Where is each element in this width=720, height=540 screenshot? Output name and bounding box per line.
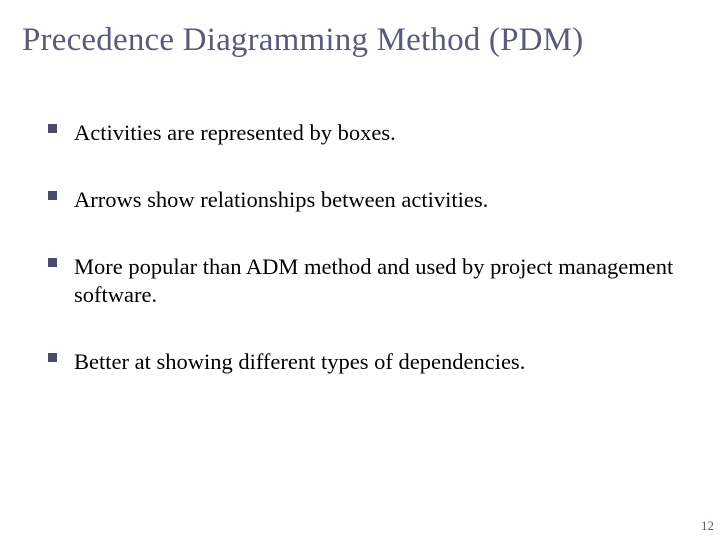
bullet-icon: [48, 191, 57, 200]
list-item: Better at showing different types of dep…: [48, 348, 680, 377]
bullet-icon: [48, 353, 57, 362]
page-title: Precedence Diagramming Method (PDM): [0, 0, 720, 59]
bullet-text: Better at showing different types of dep…: [74, 349, 525, 374]
list-item: Activities are represented by boxes.: [48, 119, 680, 148]
page-number: 12: [701, 518, 714, 534]
bullet-list: Activities are represented by boxes. Arr…: [0, 59, 720, 377]
bullet-text: Arrows show relationships between activi…: [74, 187, 488, 212]
bullet-icon: [48, 124, 57, 133]
bullet-icon: [48, 258, 57, 267]
bullet-text: More popular than ADM method and used by…: [74, 254, 673, 308]
slide: Precedence Diagramming Method (PDM) Acti…: [0, 0, 720, 540]
bullet-text: Activities are represented by boxes.: [74, 120, 396, 145]
list-item: More popular than ADM method and used by…: [48, 253, 680, 311]
list-item: Arrows show relationships between activi…: [48, 186, 680, 215]
